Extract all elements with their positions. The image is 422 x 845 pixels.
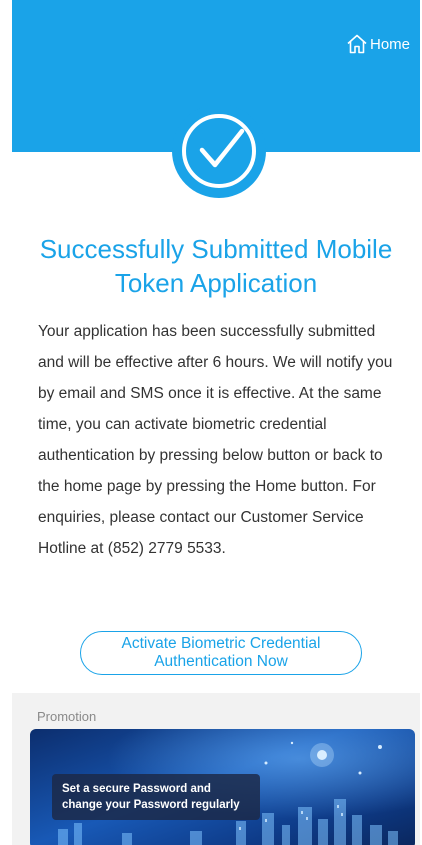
activate-biometric-button[interactable]: Activate Biometric Credential Authentica… xyxy=(80,631,362,675)
app-screen: Home Successfully Submitted Mobile Token… xyxy=(12,0,420,845)
promotion-label: Promotion xyxy=(37,709,97,724)
page-title: Successfully Submitted Mobile Token Appl… xyxy=(39,234,393,298)
home-button[interactable]: Home xyxy=(345,30,410,58)
confirmation-message: Your application has been successfully s… xyxy=(38,323,393,557)
home-icon xyxy=(347,34,367,54)
success-check-icon xyxy=(172,104,266,198)
promotion-caption: Set a secure Password and change your Pa… xyxy=(52,774,260,820)
promotion-section: Promotion Set a secure Password and chan… xyxy=(12,693,420,845)
home-label: Home xyxy=(369,35,410,53)
promotion-banner[interactable]: Set a secure Password and change your Pa… xyxy=(30,729,415,845)
